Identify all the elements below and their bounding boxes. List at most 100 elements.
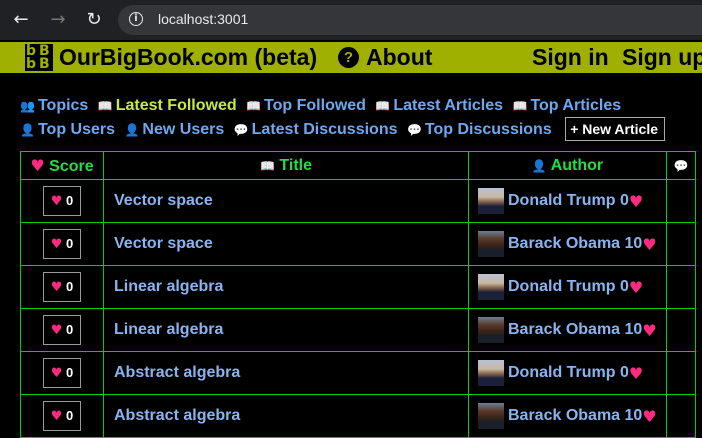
score-cell: ♥ 0 (20, 351, 104, 395)
score-value: 0 (66, 322, 74, 337)
score-value: 0 (66, 408, 74, 423)
author-link[interactable]: Barack Obama 10 ♥ (469, 403, 666, 429)
article-title-link[interactable]: Abstract algebra (104, 364, 240, 381)
tab-label: Top Articles (530, 97, 622, 114)
address-bar[interactable]: i localhost:3001 (118, 5, 702, 35)
article-title-link[interactable]: Vector space (104, 192, 213, 209)
tab-label: Top Users (37, 121, 116, 138)
title-cell: Linear algebra (103, 265, 469, 309)
author-column-header[interactable]: 👤 Author (468, 151, 667, 180)
table-row: ♥ 0 Linear algebra Donald Trump 0 ♥ (20, 265, 696, 309)
author-name: Donald Trump (508, 278, 616, 295)
sign-in-link[interactable]: Sign in (532, 44, 609, 71)
tab-latest-discussions[interactable]: 💬 Latest Discussions (234, 121, 398, 138)
heart-icon: ♥ (628, 277, 644, 297)
author-name: Barack Obama (508, 235, 621, 252)
avatar (478, 317, 504, 343)
author-score: 0 (620, 192, 629, 209)
reload-icon[interactable]: ↻ (81, 7, 107, 33)
tab-bar: 👥 Topics 📖 Latest Followed 📖 Top Followed 📖… (20, 95, 690, 141)
discussions-cell (666, 351, 696, 395)
author-name: Donald Trump (508, 364, 616, 381)
about-icon[interactable]: ? (338, 47, 359, 68)
author-score: 10 (624, 321, 643, 338)
tab-topics[interactable]: 👥 Topics (20, 97, 88, 114)
plus-icon: + (570, 121, 579, 137)
heart-icon: ♥ (30, 155, 45, 175)
heart-icon: ♥ (642, 406, 657, 426)
brand-link[interactable]: OurBigBook.com (beta) (59, 44, 317, 71)
heart-icon: ♥ (628, 363, 644, 383)
author-link[interactable]: Barack Obama 10 ♥ (469, 317, 666, 343)
author-score: 10 (624, 407, 643, 424)
like-button[interactable]: ♥ 0 (43, 229, 81, 259)
heart-icon: ♥ (50, 194, 63, 209)
book-icon: 📖 (259, 158, 275, 173)
back-icon[interactable]: ← (8, 7, 34, 33)
title-cell: Linear algebra (103, 308, 469, 352)
tab-new-users[interactable]: 👤 New Users (124, 121, 224, 138)
book-icon: 📖 (512, 99, 528, 113)
avatar (478, 403, 504, 429)
score-cell: ♥ 0 (20, 265, 104, 309)
about-link[interactable]: About (366, 44, 432, 71)
score-column-header[interactable]: ♥ Score (20, 151, 104, 180)
comment-icon: 💬 (673, 158, 689, 173)
tab-top-discussions[interactable]: 💬 Top Discussions (407, 121, 552, 138)
title-cell: Abstract algebra (103, 394, 469, 438)
score-cell: ♥ 0 (20, 394, 104, 438)
score-value: 0 (66, 236, 74, 251)
author-score: 10 (624, 235, 643, 252)
author-cell: Barack Obama 10 ♥ (468, 308, 667, 352)
avatar (478, 231, 504, 257)
user-icon: 👤 (531, 158, 547, 173)
heart-icon: ♥ (50, 366, 63, 381)
site-info-icon[interactable]: i (129, 12, 143, 26)
user-icon: 👤 (20, 123, 35, 137)
user-icon: 👤 (124, 123, 140, 137)
author-link[interactable]: Donald Trump 0 ♥ (469, 188, 666, 214)
score-cell: ♥ 0 (20, 179, 104, 223)
title-cell: Abstract algebra (103, 351, 469, 395)
author-name: Donald Trump (508, 192, 616, 209)
users-icon: 👥 (20, 99, 35, 113)
tab-top-articles[interactable]: 📖 Top Articles (512, 97, 621, 114)
author-link[interactable]: Donald Trump 0 ♥ (469, 360, 666, 386)
table-row: ♥ 0 Vector space Donald Trump 0 ♥ (20, 179, 696, 223)
title-column-header[interactable]: 📖 Title (103, 151, 469, 180)
author-link[interactable]: Donald Trump 0 ♥ (469, 274, 666, 300)
score-cell: ♥ 0 (20, 308, 104, 352)
book-icon: 📖 (97, 99, 113, 113)
author-cell: Donald Trump 0 ♥ (468, 351, 667, 395)
article-title-link[interactable]: Vector space (104, 235, 213, 252)
tab-label: New Users (142, 121, 225, 138)
heart-icon: ♥ (642, 320, 657, 340)
site-logo[interactable]: b B b B (25, 43, 53, 72)
tab-latest-articles[interactable]: 📖 Latest Articles (375, 97, 503, 114)
heart-icon: ♥ (50, 323, 63, 338)
url-text[interactable]: localhost:3001 (158, 11, 248, 27)
forward-icon[interactable]: → (45, 7, 71, 33)
like-button[interactable]: ♥ 0 (43, 186, 81, 216)
browser-toolbar: ← → ↻ i localhost:3001 (0, 0, 702, 40)
discussions-cell (666, 179, 696, 223)
article-title-link[interactable]: Linear algebra (104, 278, 223, 295)
like-button[interactable]: ♥ 0 (43, 401, 81, 431)
new-article-button[interactable]: + New Article (565, 117, 665, 141)
discussions-column-header[interactable]: 💬 (666, 151, 696, 180)
discussions-cell (666, 308, 696, 352)
score-value: 0 (66, 279, 74, 294)
like-button[interactable]: ♥ 0 (43, 358, 81, 388)
article-title-link[interactable]: Abstract algebra (104, 407, 240, 424)
tab-top-followed[interactable]: 📖 Top Followed (246, 97, 366, 114)
sign-up-link[interactable]: Sign up (622, 44, 702, 71)
tab-latest-followed[interactable]: 📖 Latest Followed (98, 97, 237, 114)
tab-label: Latest Discussions (251, 121, 398, 138)
like-button[interactable]: ♥ 0 (43, 272, 81, 302)
author-link[interactable]: Barack Obama 10 ♥ (469, 231, 666, 257)
tab-label: Topics (37, 97, 89, 114)
like-button[interactable]: ♥ 0 (43, 315, 81, 345)
tab-top-users[interactable]: 👤 Top Users (20, 121, 115, 138)
heart-icon: ♥ (628, 191, 644, 211)
article-title-link[interactable]: Linear algebra (104, 321, 223, 338)
